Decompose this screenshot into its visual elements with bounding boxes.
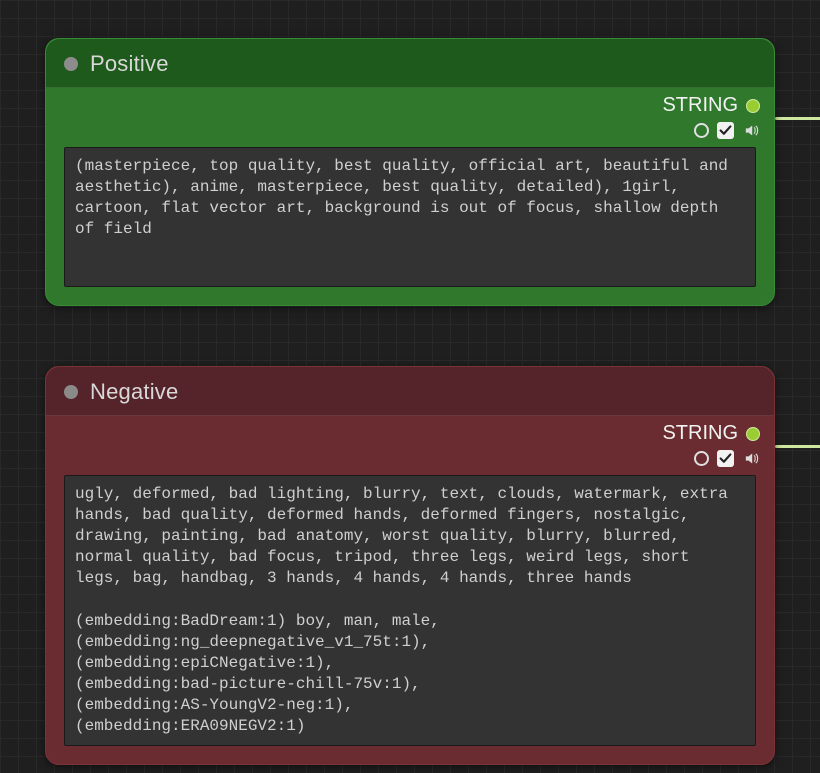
controls-row [46, 117, 774, 143]
output-socket-icon[interactable] [746, 427, 760, 441]
output-row: STRING [46, 88, 774, 117]
output-type-label: STRING [662, 422, 738, 445]
node-title-bar[interactable]: Positive [46, 39, 774, 88]
node-positive[interactable]: Positive STRING (masterpiece, top qualit… [45, 38, 775, 306]
enable-checkbox[interactable] [717, 122, 734, 139]
output-socket-icon[interactable] [746, 99, 760, 113]
check-icon [719, 124, 732, 137]
collapse-icon[interactable] [64, 385, 78, 399]
check-icon [719, 452, 732, 465]
socket-ring-icon[interactable] [694, 451, 709, 466]
connection-wire [775, 117, 820, 120]
output-type-label: STRING [662, 94, 738, 117]
enable-checkbox[interactable] [717, 450, 734, 467]
controls-row [46, 445, 774, 471]
speaker-icon[interactable] [742, 449, 760, 467]
collapse-icon[interactable] [64, 57, 78, 71]
node-title: Negative [90, 379, 178, 405]
output-row: STRING [46, 416, 774, 445]
node-title: Positive [90, 51, 169, 77]
node-negative[interactable]: Negative STRING ugly, deformed, bad ligh… [45, 366, 775, 765]
connection-wire [775, 445, 820, 448]
node-title-bar[interactable]: Negative [46, 367, 774, 416]
prompt-input[interactable]: ugly, deformed, bad lighting, blurry, te… [64, 475, 756, 746]
prompt-input[interactable]: (masterpiece, top quality, best quality,… [64, 147, 756, 287]
speaker-icon[interactable] [742, 121, 760, 139]
socket-ring-icon[interactable] [694, 123, 709, 138]
